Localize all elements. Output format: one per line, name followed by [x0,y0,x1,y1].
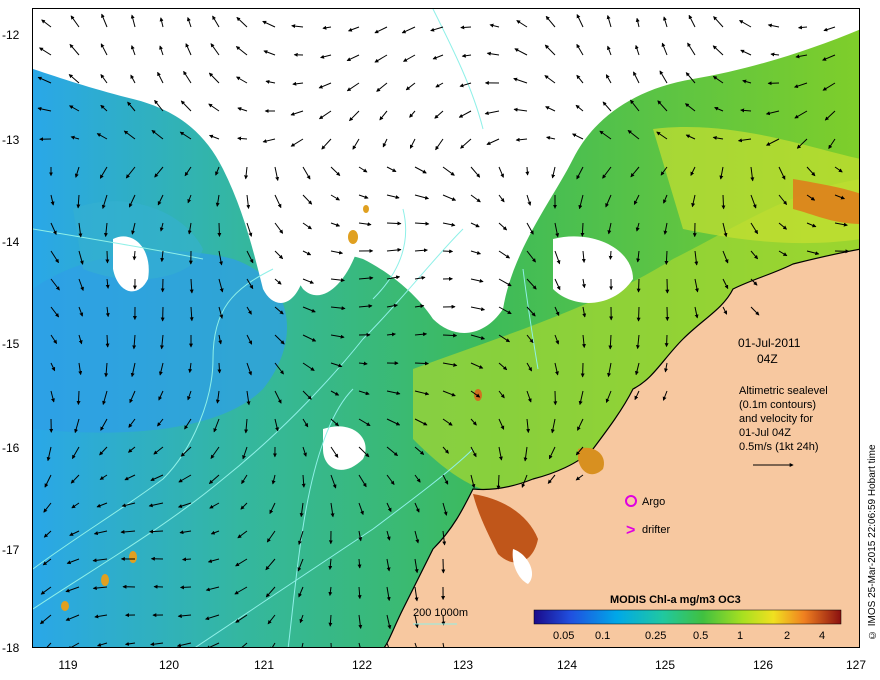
colorbar-tick-4: 1 [737,630,743,642]
lon-label-119: 119 [58,658,78,672]
lat-label-18: -18 [2,641,20,655]
legend-line-2: (0.1m contours) [739,399,816,411]
lat-label-12: -12 [2,28,20,42]
colorbar-tick-2: 0.25 [645,630,666,642]
velocity-arrow-icon [182,557,192,562]
velocity-arrow-icon [442,333,458,338]
lon-label-120: 120 [158,658,180,672]
colorbar-tick-1: 0.1 [595,630,610,642]
velocity-arrow-icon [636,306,641,322]
velocity-arrow-icon [608,250,613,260]
velocity-arrow-icon [386,221,402,226]
velocity-arrow-icon [664,250,669,265]
drifter-label: drifter [642,524,670,536]
lon-label-125: 125 [654,658,676,672]
colorbar-tick-5: 2 [784,630,790,642]
colorbar-title: MODIS Chl-a mg/m3 OC3 [610,594,741,606]
velocity-arrow-icon [580,222,585,237]
velocity-arrow-icon [179,585,192,590]
velocity-arrow-icon [105,250,110,264]
date-label: 01-Jul-2011 [738,336,801,350]
bathy-label: 200 1000m [413,607,468,619]
velocity-arrow-icon [442,249,454,254]
argo-label: Argo [642,496,665,508]
velocity-arrow-icon [76,390,81,406]
time-label: 04Z [757,352,778,366]
velocity-arrow-icon [496,474,501,490]
lat-label-15: -15 [2,337,20,351]
velocity-arrow-icon [217,222,222,237]
lat-label-14: -14 [2,235,20,249]
lat-label-16: -16 [2,441,20,455]
colorbar-tick-0: 0.05 [553,630,574,642]
lon-label-126: 126 [752,658,774,672]
velocity-arrow-icon [460,25,472,30]
lon-label-124: 124 [556,658,578,672]
velocity-arrow-icon [414,361,429,366]
colorbar-tick-3: 0.5 [693,630,708,642]
velocity-arrow-icon [525,166,530,176]
chlorophyll-map: 01-Jul-2011 04Z Altimetric sealevel (0.1… [33,9,859,647]
velocity-arrow-icon [217,362,222,374]
legend-line-5: 0.5m/s (1kt 24h) [739,441,818,453]
lon-label-121: 121 [253,658,275,672]
velocity-arrow-icon [664,334,669,348]
lat-label-13: -13 [2,133,20,147]
lon-label-122: 122 [351,658,373,672]
lat-label-17: -17 [2,543,20,557]
velocity-arrow-icon [721,194,726,210]
legend-line-4: 01-Jul 04Z [739,427,791,439]
lon-label-123: 123 [452,658,474,672]
colorbar-tick-6: 4 [819,630,825,642]
colorbar [533,609,842,625]
legend-line-3: and velocity for [739,413,813,425]
map-panel[interactable]: 01-Jul-2011 04Z Altimetric sealevel (0.1… [32,8,860,648]
velocity-arrow-icon [105,334,110,348]
velocity-arrow-icon [636,278,641,293]
lon-label-127: 127 [845,658,867,672]
drifter-marker-icon: > [626,522,635,539]
legend-line-1: Altimetric sealevel [739,385,828,397]
credit-text: © IMOS 25-Mar-2015 22:06:59 Hobart time [867,444,878,640]
